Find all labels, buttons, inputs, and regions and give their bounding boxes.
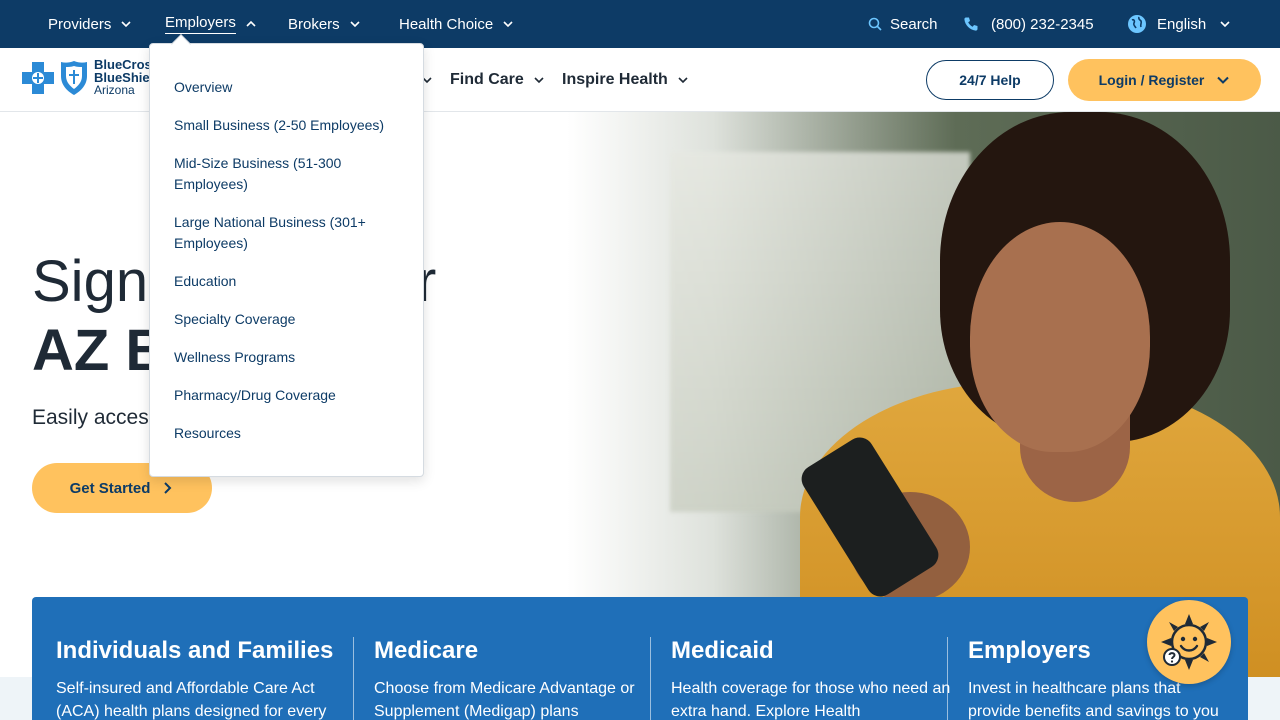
- nav-inspire-health[interactable]: Inspire Health: [562, 48, 690, 112]
- chevron-down-icon: [1217, 76, 1230, 84]
- topnav-health-choice[interactable]: Health Choice: [399, 0, 515, 48]
- language-label: English: [1157, 15, 1207, 33]
- menu-item-mid-size-business[interactable]: Mid-Size Business (51-300 Employees): [174, 153, 364, 195]
- chevron-down-icon: [350, 21, 360, 28]
- search-label: Search: [890, 15, 938, 33]
- menu-item-pharmacy-drug-coverage[interactable]: Pharmacy/Drug Coverage: [174, 385, 404, 406]
- help-button[interactable]: 24/7 Help: [926, 60, 1054, 100]
- topnav-employers-label: Employers: [165, 14, 236, 34]
- phone-link[interactable]: (800) 232-2345: [963, 0, 1094, 48]
- help-button-label: 24/7 Help: [959, 72, 1021, 88]
- chevron-right-icon: [164, 482, 172, 494]
- card-title: Medicaid: [671, 637, 774, 664]
- card-divider: [650, 637, 651, 720]
- card-divider: [353, 637, 354, 720]
- topnav-brokers[interactable]: Brokers: [288, 0, 362, 48]
- globe-icon: [1128, 15, 1146, 33]
- phone-number: (800) 232-2345: [991, 15, 1094, 33]
- hero-title-start: Sign: [32, 249, 149, 314]
- blue-shield-icon: [61, 60, 87, 95]
- menu-item-education[interactable]: Education: [174, 271, 404, 292]
- hero-title-line-2: AZ B: [32, 318, 168, 383]
- topnav-health-choice-label: Health Choice: [399, 15, 494, 33]
- sun-question-icon: [1161, 614, 1217, 670]
- phone-icon: [964, 17, 978, 31]
- card-individuals-families[interactable]: Individuals and Families Self-insured an…: [56, 637, 336, 720]
- menu-item-resources[interactable]: Resources: [174, 423, 404, 444]
- search-link[interactable]: Search: [868, 0, 938, 48]
- search-icon: [868, 17, 882, 31]
- bcbs-arizona-logo[interactable]: BlueCross BlueShield Arizona: [20, 58, 161, 97]
- topnav-brokers-label: Brokers: [288, 15, 340, 33]
- card-title: Medicare: [374, 637, 479, 664]
- blue-cross-icon: [22, 61, 54, 94]
- menu-item-specialty-coverage[interactable]: Specialty Coverage: [174, 309, 404, 330]
- chevron-down-icon: [678, 77, 688, 84]
- get-started-label: Get Started: [69, 479, 151, 497]
- card-divider: [947, 637, 948, 720]
- menu-item-large-national-business[interactable]: Large National Business (301+ Employees): [174, 212, 374, 254]
- topnav-providers[interactable]: Providers: [48, 0, 133, 48]
- utility-bar: Providers Employers Brokers Health Choic…: [0, 0, 1280, 48]
- nav-find-care-label: Find Care: [450, 71, 524, 88]
- chevron-down-icon: [1220, 21, 1230, 28]
- photo-face: [970, 222, 1150, 452]
- card-text: Self-insured and Affordable Care Act (AC…: [56, 680, 327, 720]
- menu-item-wellness-programs[interactable]: Wellness Programs: [174, 347, 404, 368]
- nav-find-care[interactable]: Find Care: [450, 48, 546, 112]
- chevron-down-icon: [121, 21, 131, 28]
- sun-help-widget-button[interactable]: [1147, 600, 1231, 684]
- topnav-providers-label: Providers: [48, 15, 112, 33]
- card-medicare[interactable]: Medicare Choose from Medicare Advantage …: [374, 637, 654, 720]
- audience-cards-band: Individuals and Families Self-insured an…: [32, 597, 1248, 720]
- chevron-down-icon: [503, 21, 513, 28]
- chevron-up-icon: [246, 20, 256, 27]
- employers-dropdown-menu: Overview Small Business (2-50 Employees)…: [149, 34, 424, 477]
- card-text: Health coverage for those who need an ex…: [671, 680, 951, 720]
- login-register-button[interactable]: Login / Register: [1068, 59, 1261, 101]
- hero-title-line-1: Sign r: [32, 248, 436, 315]
- hero-subtitle: Easily access: [32, 406, 160, 429]
- card-text: Choose from Medicare Advantage or Supple…: [374, 680, 635, 720]
- hero-fade: [440, 112, 600, 677]
- nav-inspire-health-label: Inspire Health: [562, 71, 668, 88]
- menu-item-small-business[interactable]: Small Business (2-50 Employees): [174, 115, 404, 136]
- card-title: Individuals and Families: [56, 637, 334, 664]
- card-medicaid[interactable]: Medicaid Health coverage for those who n…: [671, 637, 951, 720]
- menu-item-overview[interactable]: Overview: [174, 77, 404, 98]
- login-register-label: Login / Register: [1098, 72, 1205, 88]
- chevron-down-icon: [534, 77, 544, 84]
- language-selector[interactable]: English: [1127, 0, 1232, 48]
